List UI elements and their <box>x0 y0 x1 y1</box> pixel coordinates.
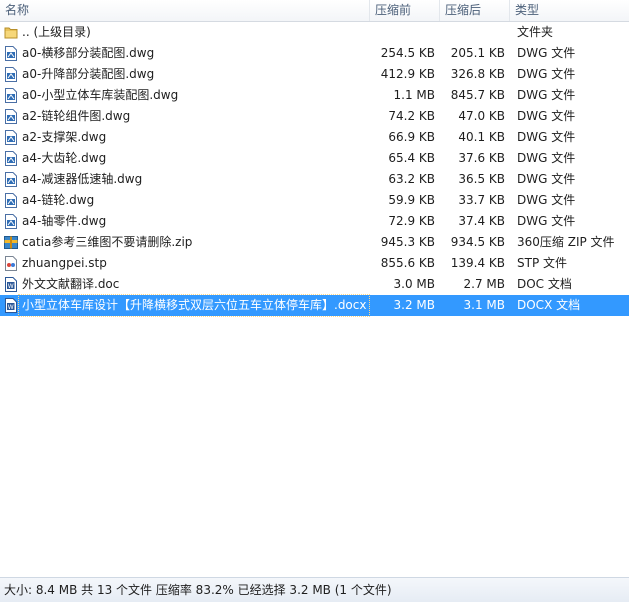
file-name: a4-减速器低速轴.dwg <box>22 172 143 186</box>
column-header-size-before[interactable]: 压缩前 <box>370 0 440 21</box>
archive-window: 名称 压缩前 压缩后 类型 .. (上级目录) 文件夹 a0-横移部分装配图.dwg… <box>0 0 629 602</box>
file-size-after: 37.4 KB <box>458 214 505 228</box>
status-bar: 大小: 8.4 MB 共 13 个文件 压缩率 83.2% 已经选择 3.2 M… <box>0 577 629 602</box>
file-name: a0-小型立体车库装配图.dwg <box>22 88 179 102</box>
file-size-before: 65.4 KB <box>388 151 435 165</box>
dwg-file-icon <box>4 88 18 103</box>
file-size-after: 33.7 KB <box>458 193 505 207</box>
file-type: 文件夹 <box>517 25 554 39</box>
file-row[interactable]: zhuangpei.stp 855.6 KB 139.4 KB STP 文件 <box>0 253 629 274</box>
file-size-before: 1.1 MB <box>393 88 435 102</box>
file-type: DWG 文件 <box>517 130 576 144</box>
file-type: DWG 文件 <box>517 67 576 81</box>
file-size-before: 254.5 KB <box>380 46 435 60</box>
file-row[interactable]: a4-链轮.dwg 59.9 KB 33.7 KB DWG 文件 <box>0 190 629 211</box>
zip-archive-icon <box>4 235 18 250</box>
file-size-after: 37.6 KB <box>458 151 505 165</box>
column-header: 名称 压缩前 压缩后 类型 <box>0 0 629 22</box>
file-type: STP 文件 <box>517 256 567 270</box>
file-name: a2-链轮组件图.dwg <box>22 109 131 123</box>
svg-text:W: W <box>8 304 14 311</box>
file-type: DOC 文档 <box>517 277 572 291</box>
file-row[interactable]: a0-横移部分装配图.dwg 254.5 KB 205.1 KB DWG 文件 <box>0 43 629 64</box>
dwg-file-icon <box>4 46 18 61</box>
file-size-before: 945.3 KB <box>380 235 435 249</box>
file-row[interactable]: a2-支撑架.dwg 66.9 KB 40.1 KB DWG 文件 <box>0 127 629 148</box>
file-name: zhuangpei.stp <box>22 256 107 270</box>
file-row[interactable]: W 外文文献翻译.doc 3.0 MB 2.7 MB DOC 文档 <box>0 274 629 295</box>
file-size-after: 2.7 MB <box>463 277 505 291</box>
file-type: DWG 文件 <box>517 109 576 123</box>
file-name: 小型立体车库设计【升降横移式双层六位五车立体停车库】.docx <box>17 294 371 317</box>
file-size-after: 139.4 KB <box>450 256 505 270</box>
column-header-size-after[interactable]: 压缩后 <box>440 0 510 21</box>
file-size-after: 47.0 KB <box>458 109 505 123</box>
dwg-file-icon <box>4 172 18 187</box>
svg-text:W: W <box>8 283 14 290</box>
file-row[interactable]: a4-轴零件.dwg 72.9 KB 37.4 KB DWG 文件 <box>0 211 629 232</box>
file-size-after: 326.8 KB <box>450 67 505 81</box>
file-type: DOCX 文档 <box>517 298 581 312</box>
file-type: DWG 文件 <box>517 46 576 60</box>
file-size-after: 845.7 KB <box>450 88 505 102</box>
word-doc-icon: W <box>4 277 18 292</box>
file-row[interactable]: a2-链轮组件图.dwg 74.2 KB 47.0 KB DWG 文件 <box>0 106 629 127</box>
file-size-after: 36.5 KB <box>458 172 505 186</box>
file-row[interactable]: a0-升降部分装配图.dwg 412.9 KB 326.8 KB DWG 文件 <box>0 64 629 85</box>
dwg-file-icon <box>4 109 18 124</box>
file-name: a0-横移部分装配图.dwg <box>22 46 155 60</box>
file-type: DWG 文件 <box>517 214 576 228</box>
file-size-before: 855.6 KB <box>380 256 435 270</box>
folder-icon <box>4 25 18 40</box>
file-type: DWG 文件 <box>517 172 576 186</box>
file-row[interactable]: catia参考三维图不要请删除.zip 945.3 KB 934.5 KB 360压缩… <box>0 232 629 253</box>
file-name: a4-链轮.dwg <box>22 193 95 207</box>
file-type: DWG 文件 <box>517 88 576 102</box>
file-name: 外文文献翻译.doc <box>22 277 120 291</box>
file-size-before: 3.0 MB <box>393 277 435 291</box>
status-text: 大小: 8.4 MB 共 13 个文件 压缩率 83.2% 已经选择 3.2 M… <box>4 583 392 597</box>
file-size-before: 63.2 KB <box>388 172 435 186</box>
file-name: a4-大齿轮.dwg <box>22 151 107 165</box>
file-name: .. (上级目录) <box>22 25 91 39</box>
file-name: a2-支撑架.dwg <box>22 130 107 144</box>
file-list[interactable]: .. (上级目录) 文件夹 a0-横移部分装配图.dwg 254.5 KB 205.1 … <box>0 22 629 577</box>
file-size-after: 3.1 MB <box>463 298 505 312</box>
file-size-before: 412.9 KB <box>380 67 435 81</box>
file-row[interactable]: a0-小型立体车库装配图.dwg 1.1 MB 845.7 KB DWG 文件 <box>0 85 629 106</box>
file-size-before: 72.9 KB <box>388 214 435 228</box>
file-size-before: 74.2 KB <box>388 109 435 123</box>
column-header-type[interactable]: 类型 <box>510 0 629 21</box>
dwg-file-icon <box>4 67 18 82</box>
file-name: a4-轴零件.dwg <box>22 214 107 228</box>
file-row[interactable]: W 小型立体车库设计【升降横移式双层六位五车立体停车库】.docx 3.2 MB 3.… <box>0 294 629 317</box>
file-name: catia参考三维图不要请删除.zip <box>22 235 193 249</box>
file-size-before: 66.9 KB <box>388 130 435 144</box>
file-size-before: 3.2 MB <box>393 298 435 312</box>
dwg-file-icon <box>4 130 18 145</box>
file-row[interactable]: a4-减速器低速轴.dwg 63.2 KB 36.5 KB DWG 文件 <box>0 169 629 190</box>
file-size-after: 205.1 KB <box>450 46 505 60</box>
file-type: DWG 文件 <box>517 151 576 165</box>
word-doc-icon: W <box>4 298 18 313</box>
file-type: DWG 文件 <box>517 193 576 207</box>
dwg-file-icon <box>4 151 18 166</box>
file-type: 360压缩 ZIP 文件 <box>517 235 615 249</box>
dwg-file-icon <box>4 193 18 208</box>
file-name: a0-升降部分装配图.dwg <box>22 67 155 81</box>
file-size-after: 40.1 KB <box>458 130 505 144</box>
file-size-before: 59.9 KB <box>388 193 435 207</box>
file-size-after: 934.5 KB <box>450 235 505 249</box>
stp-file-icon <box>4 256 18 271</box>
column-header-name[interactable]: 名称 <box>0 0 370 21</box>
file-row[interactable]: a4-大齿轮.dwg 65.4 KB 37.6 KB DWG 文件 <box>0 148 629 169</box>
dwg-file-icon <box>4 214 18 229</box>
file-row[interactable]: .. (上级目录) 文件夹 <box>0 22 629 43</box>
